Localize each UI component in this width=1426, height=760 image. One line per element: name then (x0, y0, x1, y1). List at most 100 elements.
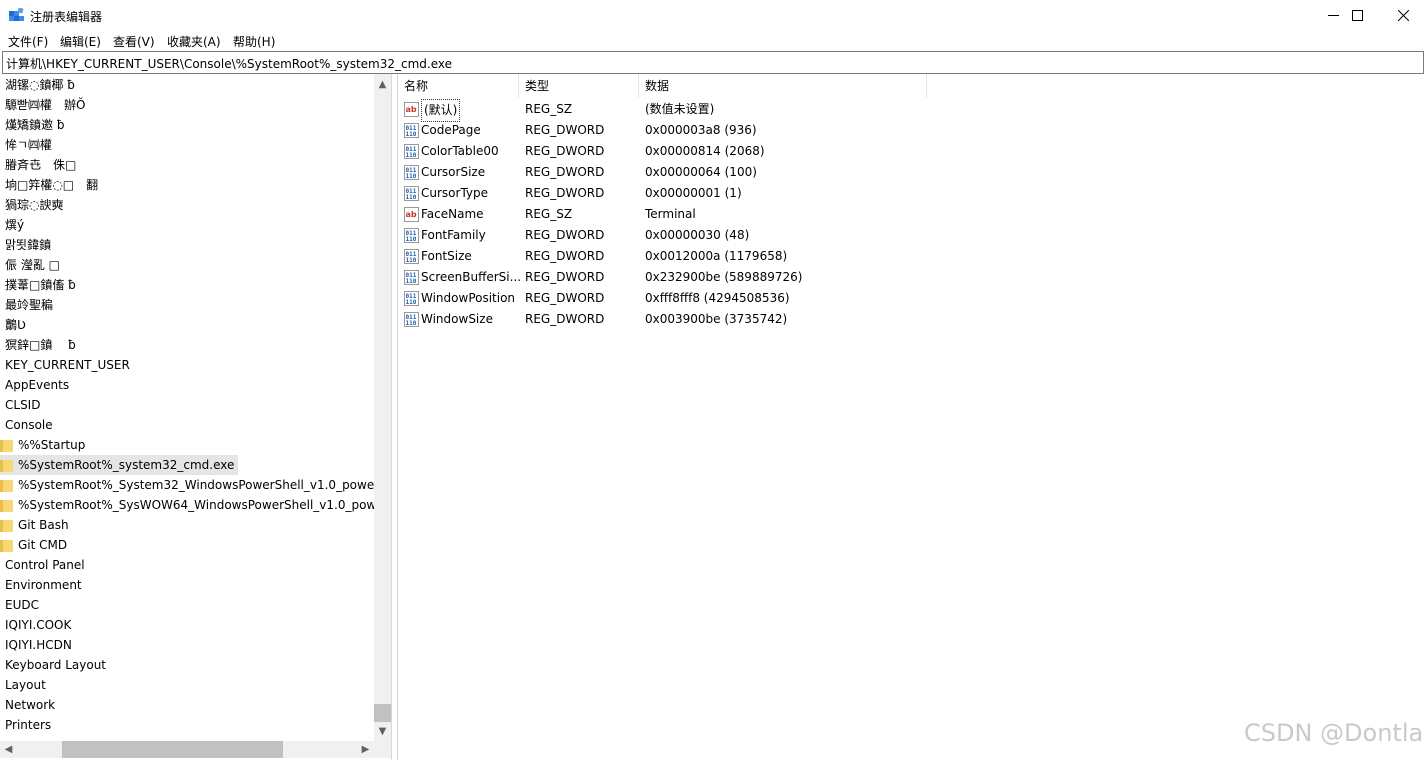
value-row[interactable]: 011 110 WindowSize REG_DWORD 0x003900be (373… (398, 309, 1098, 330)
scroll-down-icon[interactable]: ▼ (374, 723, 391, 740)
tree-item[interactable]: Environment (5, 575, 82, 595)
value-row[interactable]: ab (默认) REG_SZ (数值未设置) (398, 99, 1098, 122)
binary-value-icon: 011110 (404, 228, 419, 243)
close-icon (1397, 10, 1409, 21)
tree-item[interactable]: 熯矯鐼邀 ƀ (5, 115, 64, 135)
value-row[interactable]: 011 110 CursorSize REG_DWORD 0x00000064 (100… (398, 162, 1098, 183)
value-type: REG_DWORD (525, 249, 605, 263)
menu-help[interactable]: 帮助(H) (233, 33, 275, 50)
scroll-left-icon[interactable]: ◀ (0, 741, 17, 758)
tree-item[interactable]: %%Startup (0, 435, 89, 455)
key-tree-pane[interactable]: 湖镙◌鐼椰 ƀ 騵빧㈣權 辦Ŏ 熯矯鐼邀 ƀ 恈ㄱ㈣權膡斉㔺 侏□ 垧□筓權◌□ 翻猧琮… (0, 74, 392, 760)
value-data: 0x000003a8 (936) (645, 123, 757, 137)
tree-item[interactable]: 湖镙◌鐼椰 ƀ (5, 75, 75, 95)
value-row[interactable]: 011 110 ColorTable00 REG_DWORD 0x00000814 (2… (398, 141, 1098, 162)
values-list-pane[interactable]: 名称 类型 数据 ab (默认) REG_SZ (数值未设置) 011 110 CodePa… (397, 74, 1426, 760)
value-row[interactable]: 011 110 CursorType REG_DWORD 0x00000001 (1) (398, 183, 1098, 204)
binary-value-icon: 011110 (404, 291, 419, 306)
title-bar[interactable]: 注册表编辑器 (0, 0, 1426, 31)
menu-edit[interactable]: 编辑(E) (60, 33, 101, 50)
tree-item[interactable]: 恈ㄱ㈣權 (5, 135, 52, 155)
tree-item[interactable]: 侲 瀅亂 □ (5, 255, 60, 275)
value-row[interactable]: ab FaceName REG_SZ Terminal (398, 204, 1098, 225)
folder-icon (0, 459, 13, 472)
tree-item[interactable]: Control Panel (5, 555, 85, 575)
tree-item[interactable]: IQIYI.HCDN (5, 635, 72, 655)
value-name: FontSize (421, 249, 472, 263)
tree-item-label: Git CMD (18, 538, 68, 552)
svg-text:110: 110 (406, 320, 417, 327)
tree-item[interactable]: Console (5, 415, 53, 435)
tree-item-label: IQIYI.HCDN (5, 638, 72, 652)
tree-item-label: Environment (5, 578, 82, 592)
tree-item[interactable]: Git CMD (0, 535, 71, 555)
svg-text:110: 110 (406, 278, 417, 285)
tree-item[interactable]: 맑뙷鍏鐼 (5, 235, 51, 255)
binary-value-icon: 011110 (404, 270, 419, 285)
column-header-type[interactable]: 类型 (519, 74, 639, 98)
tree-vertical-scrollbar[interactable] (374, 74, 391, 741)
menu-file[interactable]: 文件(F) (8, 33, 48, 50)
tree-item-label: Console (5, 418, 53, 432)
value-data: 0x00000030 (48) (645, 228, 750, 242)
menu-favorites[interactable]: 收藏夹(A) (167, 33, 221, 50)
binary-value-icon: 011110 (404, 186, 419, 201)
value-data: 0x232900be (589889726) (645, 270, 803, 284)
value-row[interactable]: 011 110 FontSize REG_DWORD 0x0012000a (11796… (398, 246, 1098, 267)
tree-item[interactable]: 膡斉㔺 侏□ (5, 155, 76, 175)
value-data: 0x0012000a (1179658) (645, 249, 788, 263)
tree-item[interactable]: 䴐Ʋ (5, 315, 26, 335)
address-path[interactable]: 计算机\HKEY_CURRENT_USER\Console\%SystemRoo… (6, 55, 452, 72)
tree-item[interactable]: KEY_CURRENT_USER (5, 355, 130, 375)
tree-item[interactable]: 猽鋅□鐼 ƀ (5, 335, 76, 355)
value-name: ColorTable00 (421, 144, 499, 158)
tree-item[interactable]: Network (5, 695, 55, 715)
tree-item[interactable]: 撲葦□鐼傗 ƀ (5, 275, 76, 295)
maximize-button[interactable] (1334, 0, 1380, 31)
scroll-right-icon[interactable]: ▶ (357, 741, 374, 758)
column-header-data[interactable]: 数据 (639, 74, 927, 98)
tree-item[interactable]: IQIYI.COOK (5, 615, 71, 635)
value-type: REG_DWORD (525, 186, 605, 200)
value-data: 0xfff8fff8 (4294508536) (645, 291, 790, 305)
tree-item[interactable]: EUDC (5, 595, 39, 615)
tree-item[interactable]: Printers (5, 715, 51, 735)
tree-item[interactable]: 最竛聖稨 (5, 295, 53, 315)
tree-item[interactable]: 騵빧㈣權 辦Ŏ (5, 95, 86, 115)
tree-item[interactable]: 熼ý (5, 215, 24, 235)
tree-item[interactable]: AppEvents (5, 375, 69, 395)
column-header-name[interactable]: 名称 (398, 74, 519, 98)
tree-item[interactable]: Git Bash (0, 515, 73, 535)
tree-item[interactable]: 猧琮◌諛奭 (5, 195, 63, 215)
value-type: REG_SZ (525, 102, 573, 116)
tree-item[interactable]: Layout (5, 675, 46, 695)
close-button[interactable] (1380, 0, 1426, 31)
svg-text:110: 110 (406, 152, 417, 159)
tree-item-selected[interactable]: %SystemRoot%_system32_cmd.exe (0, 455, 239, 475)
value-type: REG_DWORD (525, 228, 605, 242)
tree-item-label: 膡斉㔺 侏□ (5, 158, 77, 172)
tree-item-label: Control Panel (5, 558, 85, 572)
tree-item-label: 䴐Ʋ (5, 318, 26, 332)
value-row[interactable]: 011 110 FontFamily REG_DWORD 0x00000030 (48) (398, 225, 1098, 246)
tree-item-label: 騵빧㈣權 辦Ŏ (5, 98, 86, 112)
tree-vertical-scroll-thumb[interactable] (374, 704, 391, 722)
tree-item[interactable]: Keyboard Layout (5, 655, 106, 675)
value-row[interactable]: 011 110 WindowPosition REG_DWORD 0xfff8fff8 … (398, 288, 1098, 309)
tree-item[interactable]: %SystemRoot%_SysWOW64_WindowsPowerShell_… (0, 495, 391, 515)
tree-item[interactable]: CLSID (5, 395, 40, 415)
value-type: REG_DWORD (525, 165, 605, 179)
tree-item[interactable]: %SystemRoot%_System32_WindowsPowerShell_… (0, 475, 391, 495)
address-bar[interactable]: 计算机\HKEY_CURRENT_USER\Console\%SystemRoo… (2, 51, 1424, 74)
svg-text:110: 110 (406, 236, 417, 243)
value-row[interactable]: 011 110 ScreenBufferSi... REG_DWORD 0x232900… (398, 267, 1098, 288)
menu-view[interactable]: 查看(V) (113, 33, 155, 50)
tree-horizontal-scroll-thumb[interactable] (62, 741, 283, 758)
tree-item[interactable]: 垧□筓權◌□ 翻 (5, 175, 98, 195)
tree-item-label: 熯矯鐼邀 ƀ (5, 118, 65, 132)
value-row[interactable]: 011 110 CodePage REG_DWORD 0x000003a8 (936) (398, 120, 1098, 141)
scroll-up-icon[interactable]: ▲ (374, 76, 391, 93)
folder-icon (0, 479, 13, 492)
binary-value-icon: 011110 (404, 165, 419, 180)
tree-item-label: KEY_CURRENT_USER (5, 358, 130, 372)
